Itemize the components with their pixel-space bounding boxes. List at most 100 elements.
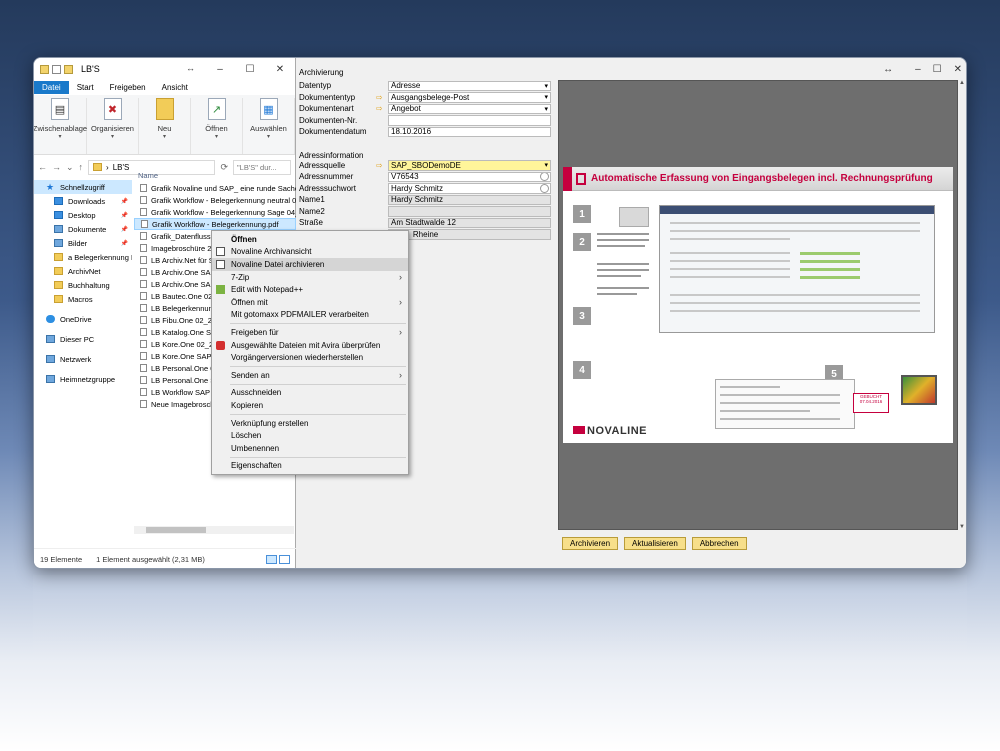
new-folder-icon[interactable] [64, 64, 73, 74]
document-title: Automatische Erfassung von Eingangsbeleg… [591, 173, 933, 184]
menu-item-label: Novaline Archivansicht [231, 247, 312, 257]
document-preview[interactable]: Automatische Erfassung von Eingangsbeleg… [558, 80, 958, 530]
context-menu-item[interactable]: Kopieren [212, 399, 408, 412]
chevron-down-icon: ▾ [266, 134, 270, 140]
field-label: Name1 [299, 195, 325, 205]
horizontal-scrollbar[interactable] [134, 526, 294, 534]
tiles-view-icon[interactable] [279, 555, 290, 564]
context-menu-item[interactable]: Ausgewählte Dateien mit Avira überprüfen [212, 339, 408, 352]
nav-item[interactable]: OneDrive [34, 312, 132, 326]
text-field[interactable]: Hardy Schmitz [388, 194, 551, 205]
context-menu-item[interactable]: Verknüpfung erstellen [212, 417, 408, 430]
context-menu-item[interactable]: Novaline Archivansicht [212, 246, 408, 259]
tab-ansicht[interactable]: Ansicht [154, 81, 196, 94]
nav-item[interactable]: ArchivNet [34, 264, 132, 278]
pdf-file-icon [140, 280, 147, 288]
context-menu: Öffnen Novaline Archivansicht Novaline Dat… [211, 230, 409, 475]
cancel-button[interactable]: Abbrechen [691, 537, 747, 550]
document-page: Automatische Erfassung von Eingangsbeleg… [563, 166, 953, 443]
context-menu-item[interactable]: 7-Zip › [212, 271, 408, 284]
text-field[interactable]: 18.10.2016 [388, 126, 551, 137]
nav-item[interactable]: Heimnetzgruppe [34, 372, 132, 386]
ribbon-tabs: Datei Start Freigeben Ansicht [34, 80, 295, 95]
field-label: Dokumenten-Nr. [299, 115, 358, 125]
pdf-file-icon [140, 184, 147, 192]
field-label: Dokumententyp [299, 92, 356, 102]
text-field[interactable]: 32Rheine [388, 229, 551, 240]
ribbon-oeffnen[interactable]: ↗ Öffnen ▾ [191, 98, 243, 154]
context-menu-item[interactable]: Löschen [212, 429, 408, 442]
close-icon[interactable]: ✕ [265, 64, 295, 75]
context-menu-item[interactable]: Senden an › [212, 369, 408, 382]
details-view-icon[interactable] [266, 555, 277, 564]
file-item[interactable]: Grafik Workflow - Belegerkennung.pdf [134, 218, 296, 230]
maximize-icon[interactable]: ☐ [933, 64, 942, 75]
action-buttons: Archivieren Aktualisieren Abbrechen [562, 537, 747, 550]
text-field[interactable]: Am Stadtwalde 12 [388, 217, 551, 228]
tab-freigeben[interactable]: Freigeben [102, 81, 154, 94]
text-field[interactable]: Hardy Schmitz [388, 183, 551, 194]
dropdown-field[interactable]: Adresse [388, 80, 551, 91]
properties-icon[interactable] [52, 64, 61, 74]
maximize-icon[interactable]: ☐ [235, 64, 265, 75]
chevron-down-icon[interactable]: ⌄ [66, 162, 74, 173]
ribbon-auswaehlen[interactable]: ▦ Auswählen ▾ [243, 98, 295, 154]
up-icon[interactable]: ↑ [79, 162, 84, 172]
step-badge: 3 [573, 307, 591, 325]
pdf-file-icon [140, 352, 147, 360]
nav-item[interactable]: Downloads 📌 [34, 194, 132, 208]
context-menu-item[interactable]: Umbenennen [212, 442, 408, 455]
field-label: Datentyp [299, 81, 332, 91]
pin-icon: 📌 [120, 212, 128, 219]
dropdown-field[interactable]: Ausgangsbelege-Post [388, 92, 551, 103]
context-menu-item[interactable]: Vorgängerversionen wiederherstellen [212, 351, 408, 364]
context-menu-item[interactable]: Edit with Notepad++ [212, 283, 408, 296]
vertical-scrollbar[interactable]: ▲ ▼ [958, 80, 966, 530]
nav-item[interactable]: Dokumente 📌 [34, 222, 132, 236]
ribbon-neu[interactable]: Neu ▾ [139, 98, 191, 154]
context-menu-item[interactable]: Eigenschaften [212, 460, 408, 473]
context-menu-item[interactable]: Novaline Datei archivieren [212, 258, 408, 271]
close-icon[interactable]: ✕ [954, 64, 962, 75]
navigation-pane: ★ Schnellzugriff Downloads 📌 Desktop 📌 Dokumen… [34, 180, 132, 540]
nav-item[interactable]: Macros [34, 292, 132, 306]
nav-item[interactable]: Buchhaltung [34, 278, 132, 292]
desktop-screen: LB'S ↔ – ☐ ✕ Datei Start Freigeben Ansic… [33, 57, 967, 569]
tab-datei[interactable]: Datei [34, 81, 69, 94]
context-menu-item[interactable]: Freigeben für › [212, 326, 408, 339]
nav-item[interactable]: Dieser PC [34, 332, 132, 346]
nav-item[interactable]: Netzwerk [34, 352, 132, 366]
tab-start[interactable]: Start [69, 81, 102, 94]
field-label: Adresssuchwort [299, 183, 356, 193]
file-item[interactable]: Grafik Novaline und SAP_ eine runde Sach… [134, 182, 296, 194]
file-name: LB Fibu.One 02_201 [151, 315, 221, 325]
nav-item[interactable]: Bilder 📌 [34, 236, 132, 250]
field-label: Straße [299, 218, 324, 228]
file-item[interactable]: Grafik Workflow - Belegerkennung Sage 04… [134, 206, 296, 218]
refresh-button[interactable]: Aktualisieren [624, 537, 686, 550]
context-menu-item[interactable]: Mit gotomaxx PDFMAILER verarbeiten [212, 309, 408, 322]
nav-item[interactable]: a Belegerkennung E [34, 250, 132, 264]
text-field[interactable] [388, 115, 551, 126]
column-header-name[interactable]: Name [134, 168, 296, 182]
dropdown-field[interactable]: Angebot [388, 103, 551, 114]
back-icon[interactable]: ← [38, 162, 47, 172]
minimize-icon[interactable]: – [205, 64, 235, 75]
ribbon-organisieren[interactable]: ✖ Organisieren ▾ [87, 98, 139, 154]
menu-separator [230, 413, 406, 415]
ribbon-zwischenablage[interactable]: ▤ Zwischenablage ▾ [34, 98, 87, 154]
file-item[interactable]: Grafik Workflow - Belegerkennung neutral… [134, 194, 296, 206]
text-field[interactable]: V76543 [388, 171, 551, 182]
dropdown-field[interactable]: SAP_SBODemoDE [388, 160, 551, 171]
nav-item[interactable]: ★ Schnellzugriff [34, 180, 132, 194]
nav-item[interactable]: Desktop 📌 [34, 208, 132, 222]
archive-button[interactable]: Archivieren [562, 537, 619, 550]
minimize-icon[interactable]: – [915, 64, 921, 75]
pdf-file-icon [140, 376, 147, 384]
context-menu-item[interactable]: Öffnen mit › [212, 296, 408, 309]
menu-separator [230, 383, 406, 385]
context-menu-item[interactable]: Ausschneiden [212, 387, 408, 400]
context-menu-item[interactable]: Öffnen [212, 233, 408, 246]
forward-icon[interactable]: → [52, 162, 61, 172]
text-field[interactable] [388, 206, 551, 217]
